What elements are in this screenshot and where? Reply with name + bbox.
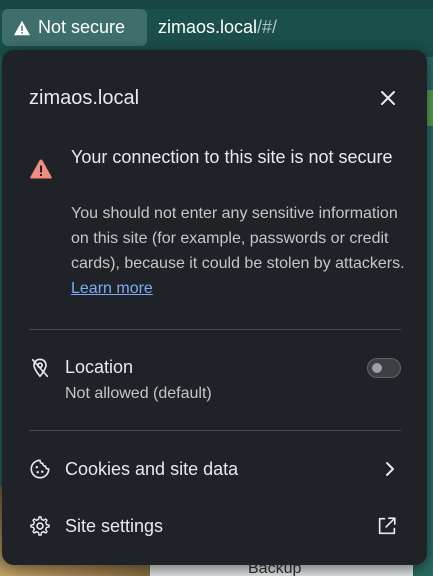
cookie-icon — [30, 459, 50, 479]
gear-icon — [30, 516, 50, 536]
external-link-icon — [378, 517, 396, 535]
location-off-icon — [31, 358, 49, 378]
site-settings-label: Site settings — [65, 516, 164, 536]
warning-triangle-icon — [14, 20, 30, 35]
url-host: zimaos.local — [158, 17, 258, 37]
url-field[interactable]: zimaos.local/#/ — [158, 17, 277, 38]
cookies-label: Cookies and site data — [65, 459, 239, 479]
popup-site-name: zimaos.local — [29, 87, 140, 109]
close-icon — [381, 91, 395, 105]
warning-body: You should not enter any sensitive infor… — [71, 201, 411, 301]
security-chip-button[interactable]: Not secure — [2, 9, 147, 46]
location-toggle[interactable] — [367, 358, 401, 378]
close-button[interactable] — [376, 86, 400, 110]
learn-more-link[interactable]: Learn more — [71, 280, 153, 297]
tab-strip-edge — [0, 0, 433, 9]
site-info-popup: zimaos.local Your connection to this sit… — [2, 50, 427, 565]
browser-address-bar: Not secure zimaos.local/#/ — [0, 0, 433, 57]
toggle-knob — [372, 363, 382, 373]
security-chip-label: Not secure — [38, 17, 126, 37]
cookies-row[interactable]: Cookies and site data — [12, 445, 417, 495]
divider — [29, 329, 401, 330]
divider — [29, 430, 401, 431]
warning-body-text: You should not enter any sensitive infor… — [71, 205, 405, 272]
chevron-right-icon — [386, 462, 394, 476]
location-label: Location — [65, 357, 134, 377]
site-settings-row[interactable]: Site settings — [12, 502, 417, 552]
url-path: /#/ — [257, 17, 278, 37]
warning-triangle-icon — [30, 159, 52, 179]
location-status: Not allowed (default) — [65, 385, 212, 402]
warning-heading: Your connection to this site is not secu… — [71, 147, 393, 167]
